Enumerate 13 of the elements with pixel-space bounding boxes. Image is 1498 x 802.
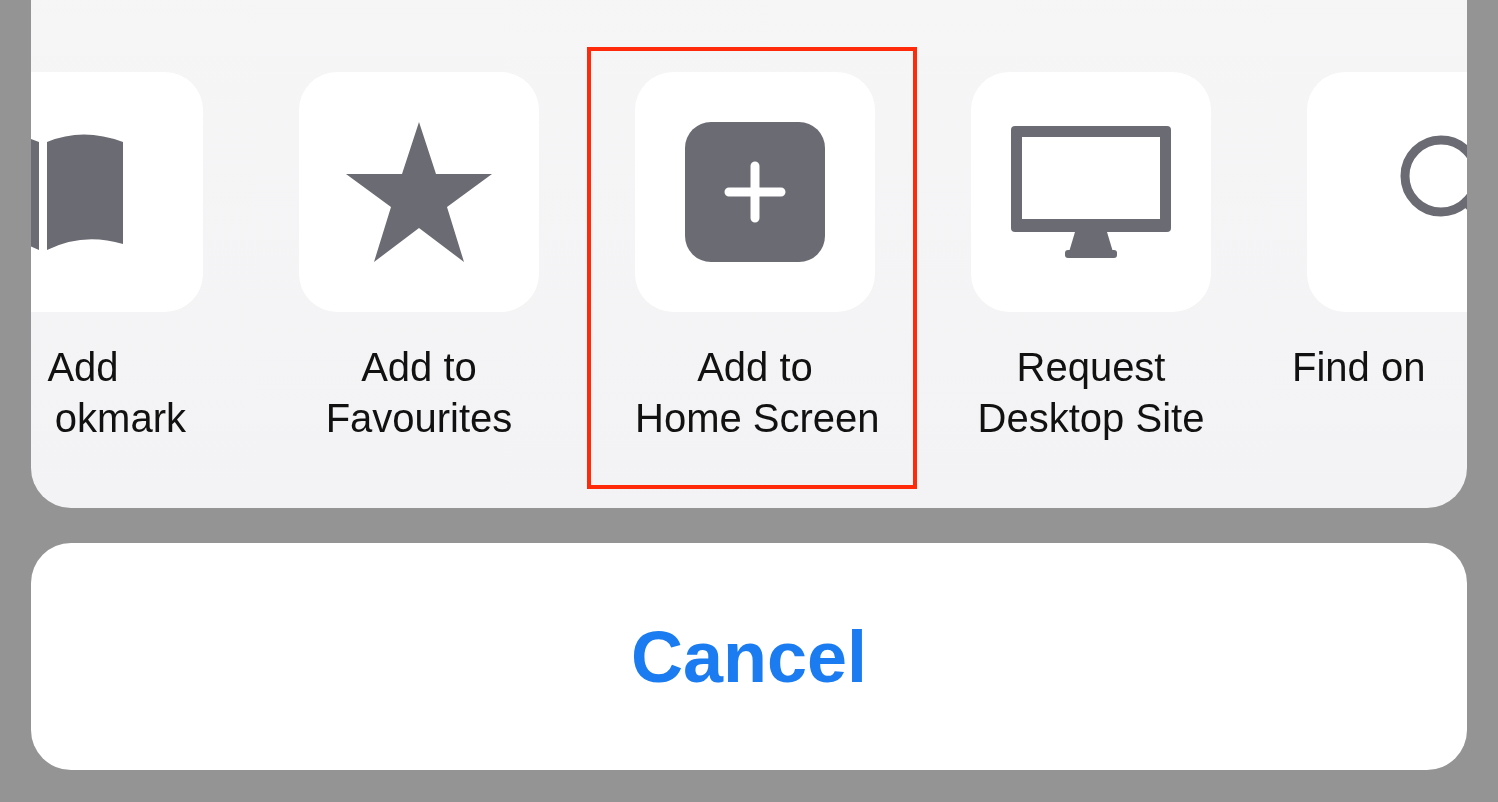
action-label: Request Desktop Site	[976, 344, 1206, 442]
action-tile-button[interactable]	[635, 72, 875, 312]
action-label: Add okmark	[46, 344, 187, 442]
action-tile-button[interactable]	[971, 72, 1211, 312]
monitor-icon	[1011, 126, 1171, 258]
action-label: Find on	[1292, 344, 1426, 391]
cancel-button[interactable]: Cancel	[31, 543, 1467, 770]
action-tile-button[interactable]	[299, 72, 539, 312]
add-icon	[685, 122, 825, 262]
action-tile-button[interactable]	[31, 72, 203, 312]
action-label: Add to Home Screen	[635, 344, 875, 442]
action-label: Add to Favourites	[324, 344, 514, 442]
star-icon	[346, 122, 492, 262]
